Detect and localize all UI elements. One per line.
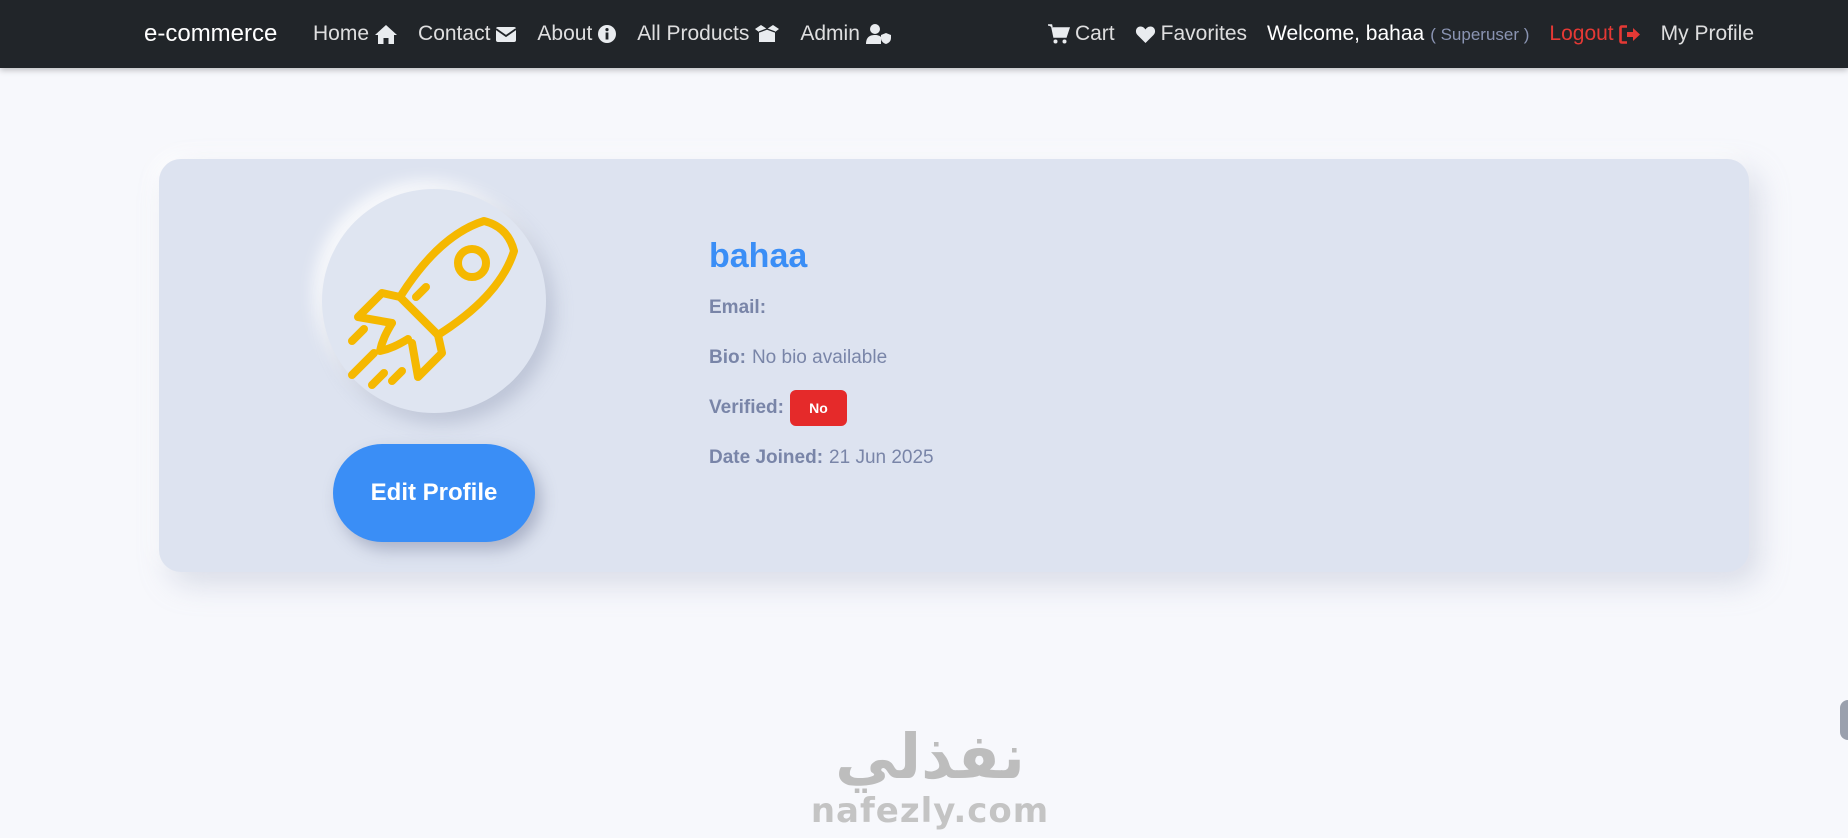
- verified-label: Verified:: [709, 397, 784, 418]
- nav-favorites-label: Favorites: [1160, 22, 1247, 45]
- edit-profile-button[interactable]: Edit Profile: [333, 444, 535, 542]
- welcome-message: Welcome, bahaa ( Superuser ): [1267, 22, 1529, 46]
- verified-status-badge: No: [789, 390, 847, 426]
- cart-icon: [1047, 24, 1070, 44]
- top-navbar: e-commerce Home Contact About All Produc…: [0, 0, 1848, 68]
- bio-row: Bio: No bio available: [709, 340, 934, 376]
- nav-admin-link[interactable]: Admin: [800, 22, 892, 46]
- welcome-text: Welcome, bahaa: [1267, 22, 1425, 45]
- verified-row: Verified: No: [709, 390, 934, 426]
- nav-right-links: Cart Favorites Welcome, bahaa ( Superuse…: [1047, 0, 1754, 68]
- nav-admin-label: Admin: [800, 22, 860, 45]
- rocket-icon: [348, 217, 518, 389]
- nav-all-products-link[interactable]: All Products: [637, 22, 780, 46]
- home-icon: [375, 24, 398, 44]
- nav-left-links: Home Contact About All Products Admin: [313, 0, 892, 68]
- nav-cart-link[interactable]: Cart: [1047, 22, 1115, 46]
- nav-home-link[interactable]: Home: [313, 22, 398, 46]
- watermark-latin-text: nafezly.com: [810, 791, 1050, 831]
- user-shield-icon: [865, 24, 891, 44]
- role-badge: ( Superuser ): [1430, 25, 1530, 44]
- nav-logout-link[interactable]: Logout: [1549, 22, 1640, 46]
- date-joined-label: Date Joined:: [709, 447, 824, 468]
- info-circle-icon: [598, 25, 617, 43]
- nav-home-label: Home: [313, 22, 370, 45]
- nav-all-products-label: All Products: [637, 22, 750, 45]
- nav-favorites-link[interactable]: Favorites: [1135, 22, 1247, 46]
- envelope-icon: [495, 26, 517, 42]
- scroll-edge-handle[interactable]: [1840, 700, 1848, 740]
- date-joined-value: 21 Jun 2025: [829, 447, 934, 468]
- nav-contact-link[interactable]: Contact: [418, 22, 517, 46]
- brand-logo[interactable]: e-commerce: [144, 0, 277, 68]
- date-joined-row: Date Joined: 21 Jun 2025: [709, 440, 934, 476]
- email-label: Email:: [709, 297, 767, 318]
- profile-avatar: [322, 189, 546, 413]
- profile-card: Edit Profile bahaa Email: Bio: No bio av…: [159, 159, 1749, 572]
- nav-about-link[interactable]: About: [537, 22, 617, 46]
- nav-contact-label: Contact: [418, 22, 491, 45]
- bio-value: No bio available: [751, 347, 888, 368]
- bio-label: Bio:: [709, 347, 746, 368]
- box-open-icon: [755, 25, 780, 42]
- watermark-arabic-text: نفذلي: [835, 720, 1025, 793]
- nav-logout-label: Logout: [1549, 22, 1614, 45]
- nafezly-watermark: نفذلي nafezly.com: [800, 722, 1060, 838]
- profile-info: bahaa Email: Bio: No bio available Verif…: [709, 237, 934, 490]
- sign-out-icon: [1618, 24, 1640, 44]
- heart-icon: [1135, 26, 1155, 43]
- nav-about-label: About: [537, 22, 593, 45]
- profile-username: bahaa: [709, 237, 808, 275]
- email-row: Email:: [709, 290, 934, 326]
- nav-cart-label: Cart: [1074, 22, 1115, 45]
- nav-my-profile-link[interactable]: My Profile: [1661, 22, 1754, 46]
